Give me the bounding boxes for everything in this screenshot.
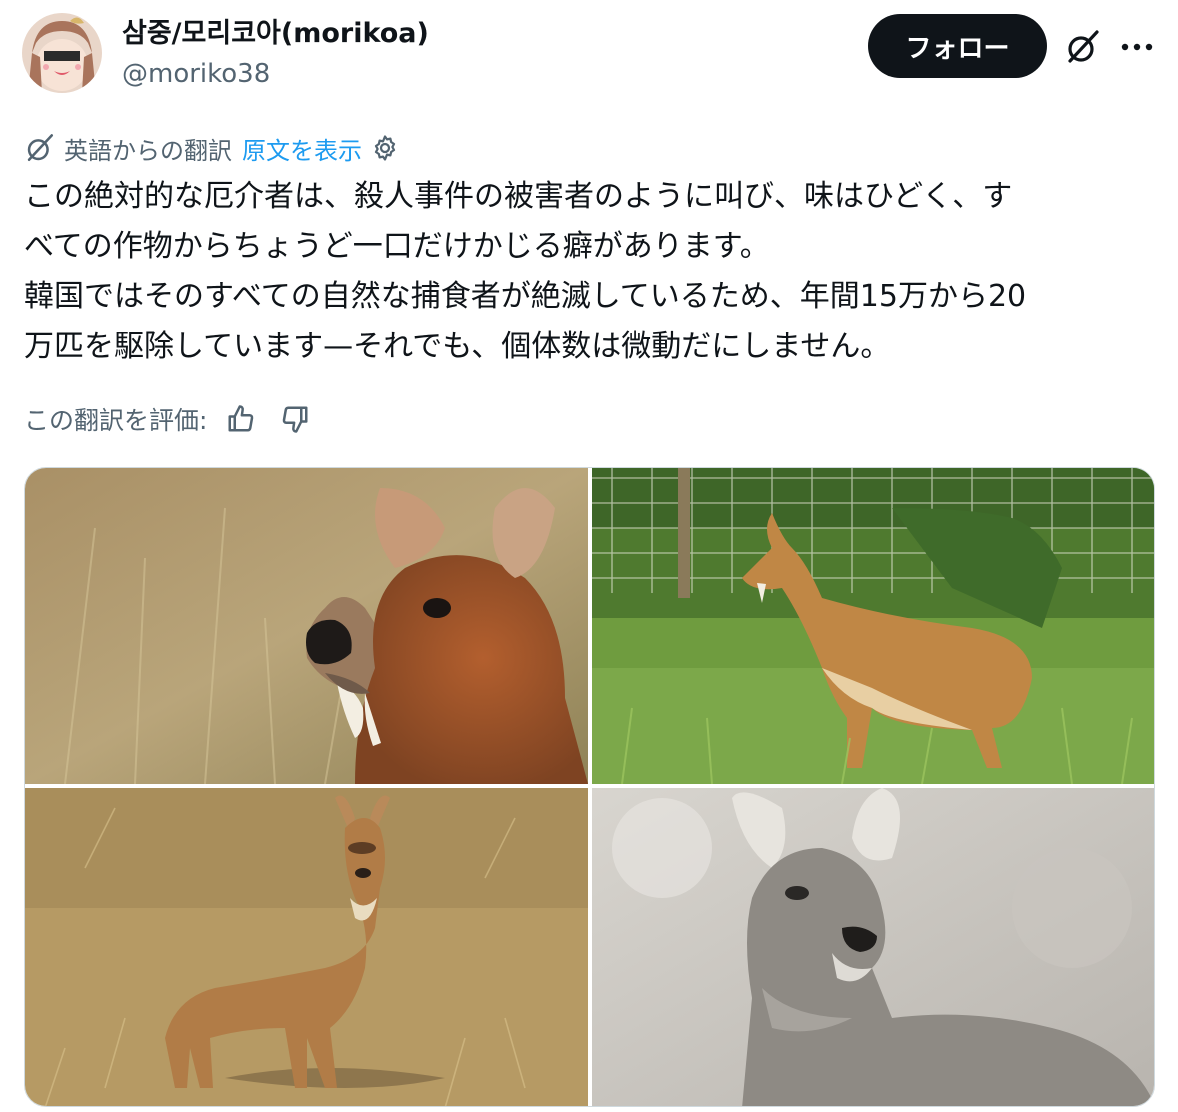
water-deer-grayscale-image: [592, 788, 1154, 1106]
author-handle[interactable]: @moriko38: [122, 54, 429, 94]
thumbs-down-button[interactable]: [275, 399, 315, 439]
more-options-button[interactable]: [1114, 24, 1160, 70]
avatar-image: [22, 13, 102, 93]
author-info: 삼중/모리코아(morikoa) @moriko38: [122, 14, 429, 94]
more-icon: [1121, 43, 1153, 51]
gear-icon: [374, 135, 396, 161]
translation-rating: この翻訳を評価:: [24, 398, 329, 440]
translation-settings-button[interactable]: [370, 133, 400, 163]
thumbs-down-icon: [283, 406, 308, 433]
thumbs-up-icon: [228, 405, 254, 432]
photo-water-deer-closeup[interactable]: [25, 468, 588, 784]
avatar[interactable]: [22, 13, 102, 93]
water-deer-dry-grass-image: [25, 788, 588, 1106]
follow-button[interactable]: フォロー: [868, 14, 1047, 78]
show-original-link[interactable]: 原文を表示: [242, 131, 362, 166]
water-deer-in-grass-image: [592, 468, 1154, 784]
tweet-post: 삼중/모리코아(morikoa) @moriko38 フォロー 英語からの翻訳 …: [0, 0, 1178, 1112]
water-deer-closeup-image: [25, 468, 588, 784]
tweet-text-line: 韓国ではそのすべての自然な捕食者が絶滅しているため、年間15万から20: [24, 279, 1027, 314]
tweet-text-line: べての作物からちょうど一口だけかじる癖があります。: [24, 229, 770, 264]
grok-icon: [1068, 30, 1099, 63]
author-display-name[interactable]: 삼중/모리코아(morikoa): [122, 14, 429, 54]
media-grid: [24, 467, 1155, 1107]
photo-water-deer-in-grass[interactable]: [592, 468, 1154, 784]
photo-water-deer-grayscale[interactable]: [592, 788, 1154, 1106]
tweet-text-line: この絶対的な厄介者は、殺人事件の被害者のように叫び、味はひどく、す: [24, 179, 1013, 214]
rating-label: この翻訳を評価:: [24, 406, 208, 435]
thumbs-up-button[interactable]: [221, 399, 261, 439]
translation-label: 英語からの翻訳: [64, 136, 232, 165]
grok-translation-icon: [27, 134, 54, 162]
tweet-text-line: 万匹を駆除しています—それでも、個体数は微動だにしません。: [24, 329, 891, 364]
grok-button[interactable]: [1060, 24, 1106, 70]
tweet-text: この絶対的な厄介者は、殺人事件の被害者のように叫び、味はひどく、す べての作物か…: [24, 172, 1164, 372]
translation-bar: 英語からの翻訳 原文を表示: [24, 128, 400, 168]
photo-water-deer-dry-grass[interactable]: [25, 788, 588, 1106]
